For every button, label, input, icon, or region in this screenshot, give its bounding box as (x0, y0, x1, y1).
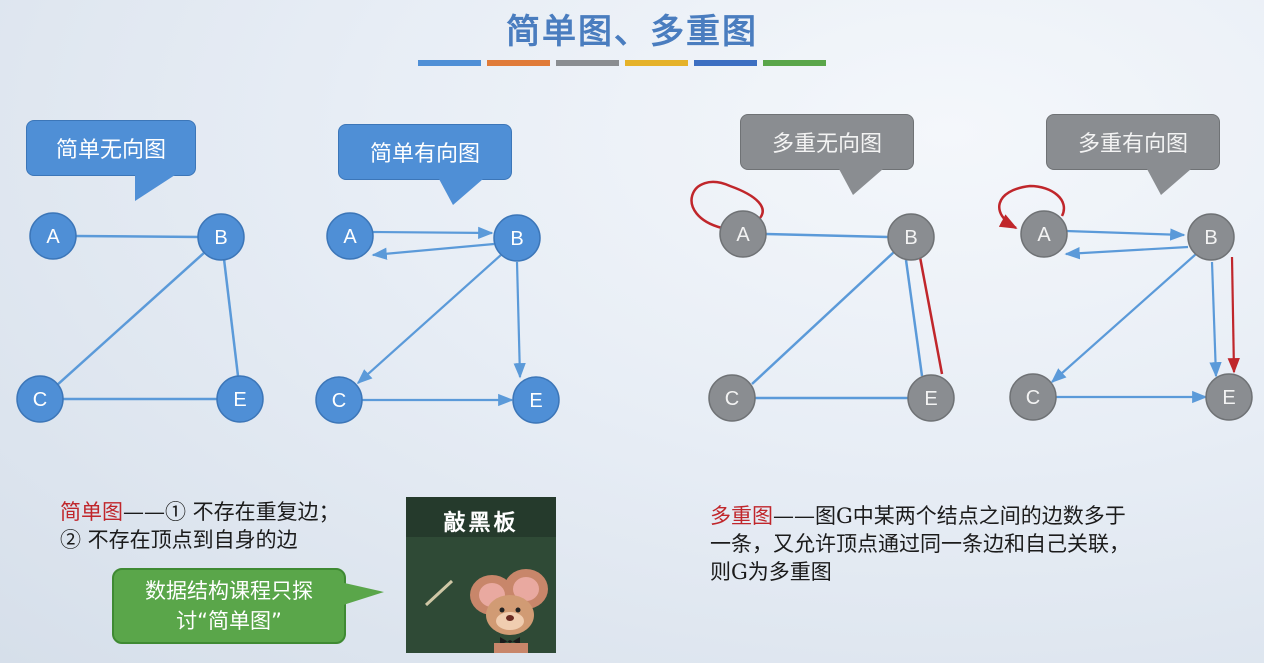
node-A: A (29, 212, 77, 260)
multigraph-definition: 多重图——图G中某两个结点之间的边数多于 一条，又允许顶点通过同一条边和自己关联… (710, 502, 1130, 586)
node-E: E (512, 376, 560, 424)
node-A: A (326, 212, 374, 260)
edge-B-E (222, 258, 240, 377)
node-label: E (233, 389, 246, 411)
arc-B-C (356, 253, 503, 385)
node-label: B (510, 228, 523, 250)
node-C: C (1009, 373, 1057, 421)
graph-simple-directed: A B C E (315, 212, 560, 424)
multi-def-key: 多重图 (710, 504, 773, 528)
note-line1: 数据结构课程只探 (145, 579, 313, 603)
node-E: E (216, 375, 264, 423)
graph-multi-undirected: A B C E (690, 180, 955, 422)
simple-def-line1: 简单图——① 不存在重复边； (60, 498, 340, 526)
simple-def-key: 简单图 (60, 500, 123, 524)
node-B: B (887, 213, 935, 261)
node-label: E (529, 390, 542, 412)
edge-B-C (751, 251, 895, 385)
arc-A-B (1065, 228, 1186, 241)
graph-multi-directed: A B C E (998, 184, 1253, 421)
node-C: C (16, 375, 64, 423)
edge-A-B (73, 234, 203, 239)
node-label: C (332, 390, 346, 412)
edge-B-E-1 (904, 259, 924, 377)
callout-tail (340, 582, 384, 606)
node-label: C (1026, 387, 1040, 409)
multi-def-line3: 则G为多重图 (710, 560, 832, 584)
node-E: E (907, 374, 955, 422)
arc-B-C (1050, 253, 1197, 384)
node-label: A (46, 226, 60, 248)
node-B: B (1187, 213, 1235, 261)
node-A: A (719, 210, 767, 258)
node-C: C (315, 376, 363, 424)
arc-B-E-2 (1227, 256, 1240, 374)
node-label: A (736, 224, 750, 246)
node-label: E (924, 388, 937, 410)
node-label: B (904, 227, 917, 249)
edge-A-B (765, 232, 889, 239)
course-scope-note: 数据结构课程只探 讨“简单图” (112, 568, 384, 644)
arc-B-A (371, 242, 495, 260)
node-label: E (1222, 387, 1235, 409)
arc-B-E-1 (1209, 261, 1222, 378)
multi-def-line1: 多重图——图G中某两个结点之间的边数多于 (710, 502, 1130, 530)
simple-graph-definition: 简单图——① 不存在重复边； ② 不存在顶点到自身的边 (60, 498, 340, 554)
multi-def-line1-rest: ——图G中某两个结点之间的边数多于 (773, 504, 1126, 528)
multi-def-line2: 一条，又允许顶点通过同一条边和自己关联， (710, 532, 1130, 556)
knock-blackboard-meme-image: 敲黑板 (406, 497, 556, 653)
edge-B-E-2 (918, 256, 944, 375)
node-B: B (197, 213, 245, 261)
simple-def-line1-rest: ——① 不存在重复边； (123, 500, 340, 524)
simple-def-line2: ② 不存在顶点到自身的边 (60, 528, 298, 552)
node-label: A (343, 226, 357, 248)
node-B: B (493, 214, 541, 262)
note-line2: 讨“简单图” (176, 609, 282, 633)
arc-A-B (371, 226, 494, 240)
node-label: B (1204, 227, 1217, 249)
graph-simple-undirected: A B C E (16, 212, 264, 423)
edge-B-C (55, 251, 206, 387)
node-label: B (214, 227, 227, 249)
mouse-illustration (406, 537, 556, 653)
node-label: C (33, 389, 47, 411)
note-text: 数据结构课程只探 讨“简单图” (145, 576, 313, 636)
node-E: E (1205, 373, 1253, 421)
node-label: A (1037, 224, 1051, 246)
arc-B-E (513, 261, 526, 379)
node-label: C (725, 388, 739, 410)
node-C: C (708, 374, 756, 422)
node-A: A (1020, 210, 1068, 258)
arc-B-A (1064, 245, 1189, 260)
